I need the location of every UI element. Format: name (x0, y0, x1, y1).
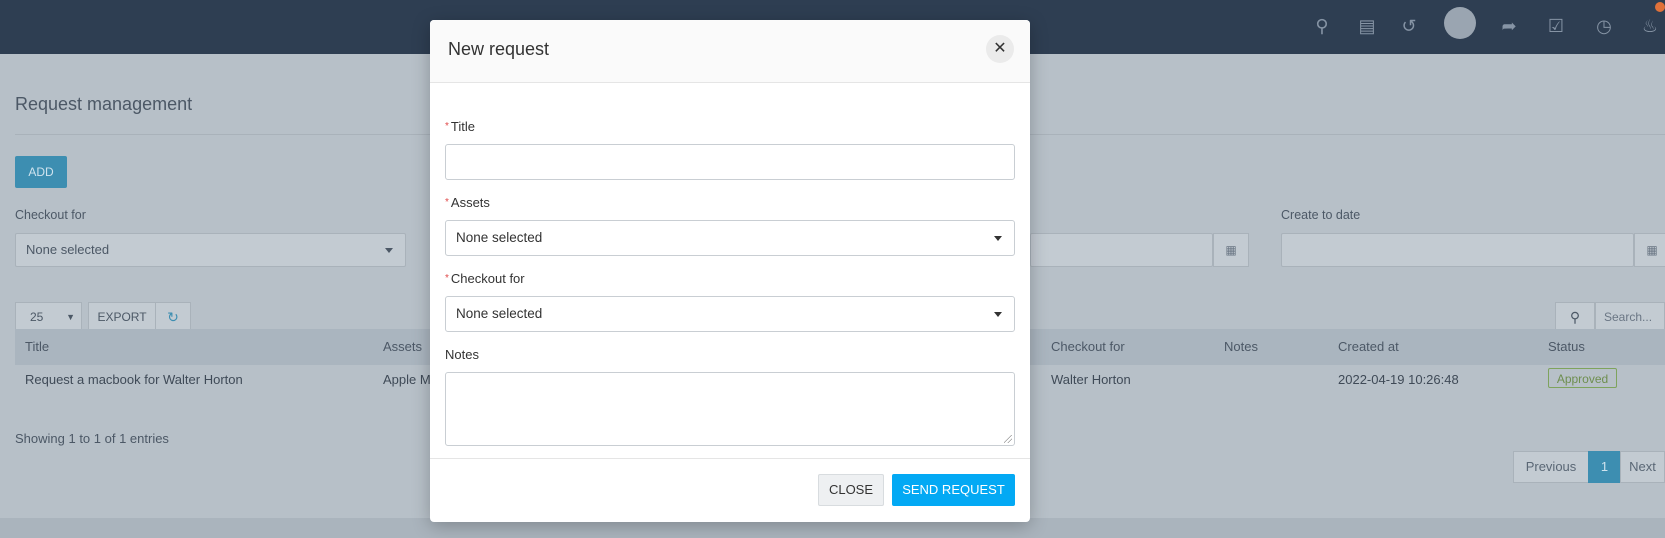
column-header-notes[interactable]: Notes (1224, 339, 1258, 354)
calendar-icon[interactable]: ▦ (1213, 233, 1249, 267)
cell-assets: Apple M (383, 372, 431, 387)
cell-checkout-for: Walter Horton (1051, 372, 1131, 387)
page-title: Request management (15, 94, 193, 114)
cell-title: Request a macbook for Walter Horton (25, 372, 243, 387)
checkout-for-select-value: None selected (456, 306, 543, 321)
modal-title: New request (448, 39, 550, 59)
pagination-previous[interactable]: Previous (1513, 451, 1589, 483)
table-info: Showing 1 to 1 of 1 entries (15, 431, 169, 446)
required-marker: * (445, 273, 449, 284)
pagination-next[interactable]: Next (1620, 451, 1665, 483)
pagination-page-1[interactable]: 1 (1588, 451, 1621, 483)
search-icon[interactable]: ⚲ (1310, 14, 1334, 38)
filter-checkout-for-select[interactable]: None selected (15, 233, 406, 267)
id-card-icon[interactable]: ▤ (1355, 14, 1379, 38)
checkout-for-label-text: Checkout for (450, 271, 525, 286)
modal-header: New request ✕ (430, 20, 1030, 83)
filter-checkout-for-value: None selected (26, 242, 110, 257)
assets-select-value: None selected (456, 230, 543, 245)
status-badge: Approved (1548, 368, 1617, 388)
title-label: * Title (445, 119, 475, 134)
page-size-value: 25 (30, 310, 44, 324)
required-marker: * (445, 197, 449, 208)
new-request-modal: New request ✕ * Title * Assets None select… (430, 20, 1030, 522)
export-button[interactable]: EXPORT (88, 302, 156, 332)
create-from-date-input[interactable] (1030, 233, 1213, 267)
chevron-down-icon (385, 248, 393, 253)
filter-create-to-date-label: Create to date (1281, 208, 1361, 222)
chevron-down-icon: ▼ (66, 312, 75, 322)
chevron-down-icon (994, 312, 1002, 317)
notification-badge (1655, 2, 1665, 12)
modal-footer-divider (430, 458, 1030, 459)
calendar-icon[interactable]: ▦ (1634, 233, 1665, 267)
assets-label-text: Assets (450, 195, 490, 210)
title-input[interactable] (445, 144, 1015, 180)
history-icon[interactable]: ↺ (1397, 14, 1421, 38)
checkout-for-select[interactable]: None selected (445, 296, 1015, 332)
column-header-assets[interactable]: Assets (383, 339, 422, 354)
add-button[interactable]: ADD (15, 156, 67, 188)
checkout-for-label: * Checkout for (445, 271, 525, 286)
column-header-created-at[interactable]: Created at (1338, 339, 1399, 354)
assets-select[interactable]: None selected (445, 220, 1015, 256)
close-button[interactable]: CLOSE (818, 474, 884, 506)
send-request-button[interactable]: SEND REQUEST (892, 474, 1015, 506)
assets-label: * Assets (445, 195, 490, 210)
cell-created-at: 2022-04-19 10:26:48 (1338, 372, 1459, 387)
search-icon[interactable]: ⚲ (1555, 302, 1595, 332)
clock-icon[interactable]: ◷ (1592, 14, 1616, 38)
avatar[interactable] (1444, 7, 1476, 39)
column-header-title[interactable]: Title (25, 339, 49, 354)
page-size-select[interactable]: 25 ▼ (15, 302, 82, 332)
title-label-text: Title (450, 119, 475, 134)
refresh-icon[interactable]: ↻ (155, 302, 191, 332)
required-marker: * (445, 121, 449, 132)
resize-handle-icon[interactable] (1004, 435, 1012, 443)
filter-checkout-for-label: Checkout for (15, 208, 86, 222)
column-header-checkout-for[interactable]: Checkout for (1051, 339, 1125, 354)
share-icon[interactable]: ➦ (1497, 14, 1521, 38)
bell-icon[interactable]: ♨ (1638, 14, 1662, 38)
close-icon[interactable]: ✕ (986, 35, 1014, 63)
notes-label: Notes (445, 347, 479, 362)
create-to-date-input[interactable] (1281, 233, 1634, 267)
chevron-down-icon (994, 236, 1002, 241)
search-input[interactable]: Search... (1595, 302, 1665, 332)
column-header-status[interactable]: Status (1548, 339, 1585, 354)
checklist-icon[interactable]: ☑ (1544, 14, 1568, 38)
notes-textarea[interactable] (445, 372, 1015, 446)
